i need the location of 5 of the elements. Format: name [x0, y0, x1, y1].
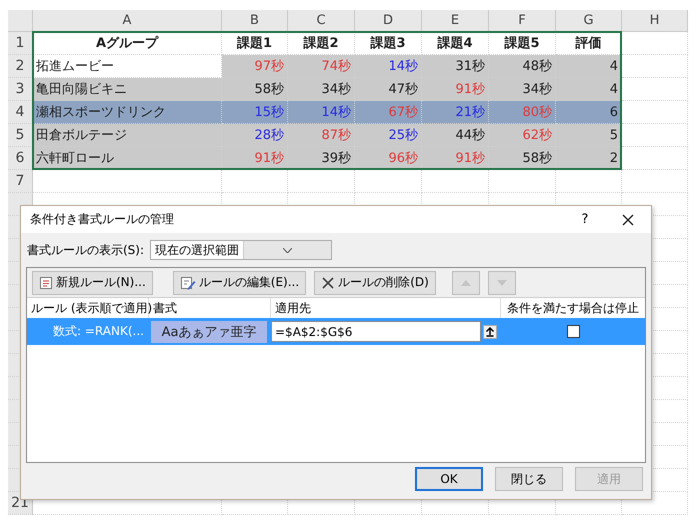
dialog-title: 条件付き書式ルールの管理: [30, 211, 175, 228]
show-rules-label: 書式ルールの表示(S):: [27, 242, 144, 258]
format-preview: Aaあぁアァ亜字: [151, 320, 267, 342]
rule-text: 数式: =RANK(...: [52, 323, 145, 340]
column-header: 条件を満たす場合は停止: [506, 300, 640, 317]
